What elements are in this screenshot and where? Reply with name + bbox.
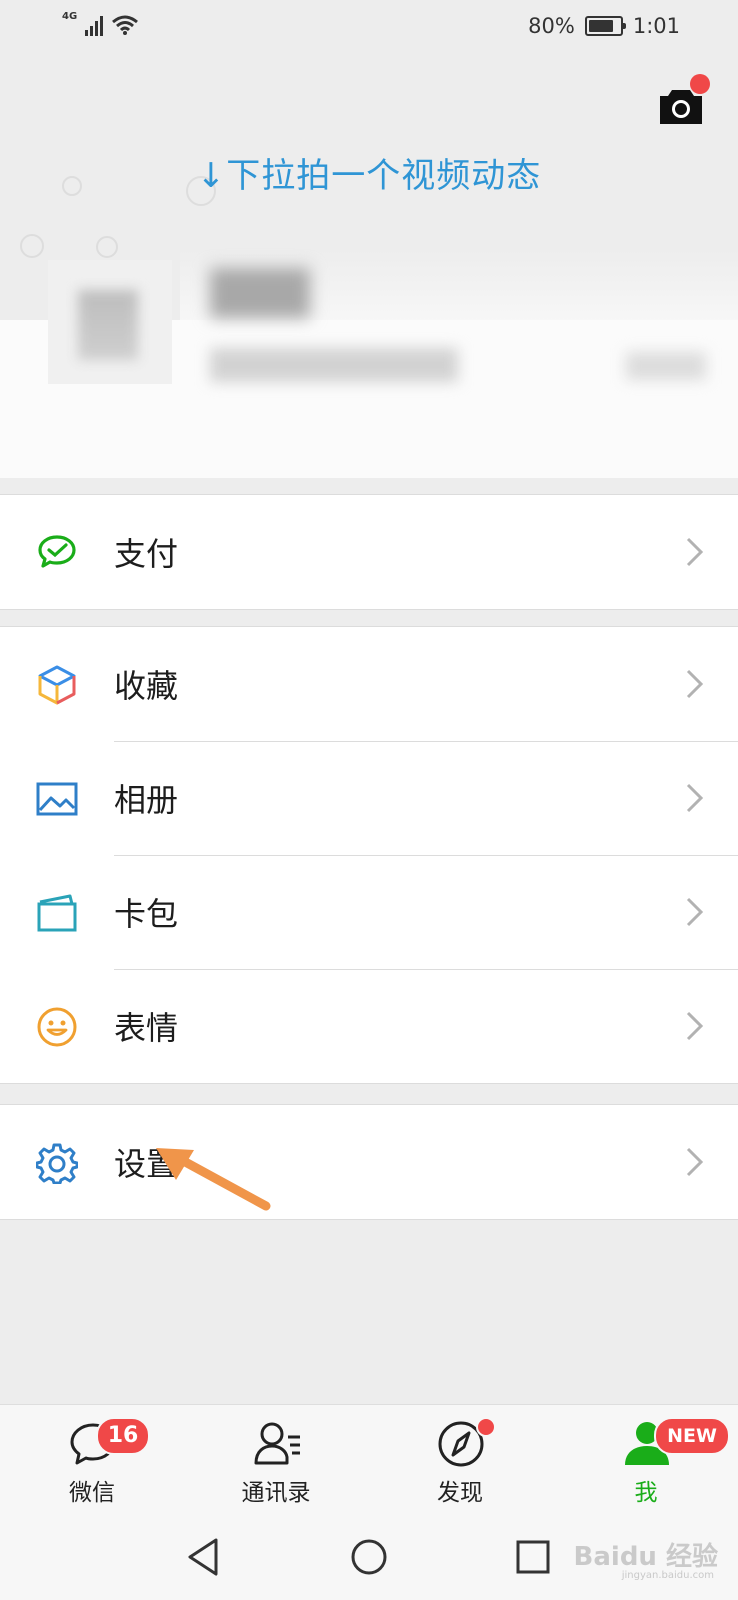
tab-contacts[interactable]: 通讯录 <box>216 1405 336 1515</box>
status-bar: 4G 80% 1:01 <box>0 0 738 58</box>
notification-dot <box>476 1417 496 1437</box>
album-icon <box>36 782 78 816</box>
chevron-right-icon <box>686 669 704 699</box>
menu-item-label: 支付 <box>114 535 179 573</box>
menu-item-card-wallet[interactable]: 卡包 <box>0 855 738 969</box>
tab-discover[interactable]: 发现 <box>400 1405 520 1515</box>
camera-button[interactable] <box>658 74 710 126</box>
menu-item-album[interactable]: 相册 <box>0 741 738 855</box>
avatar[interactable] <box>48 260 172 384</box>
menu-item-favorites[interactable]: 收藏 <box>0 627 738 741</box>
sticker-icon <box>37 1007 77 1047</box>
notification-dot <box>690 74 710 94</box>
menu-item-label: 表情 <box>114 1009 179 1047</box>
tab-label: 通讯录 <box>241 1480 311 1506</box>
home-icon[interactable] <box>346 1534 392 1580</box>
pay-icon <box>38 535 76 568</box>
menu-item-label: 收藏 <box>114 667 179 705</box>
favorites-icon <box>38 665 76 705</box>
chevron-right-icon <box>686 1011 704 1041</box>
qr-code-blurred[interactable] <box>626 352 706 380</box>
profile-id-blurred <box>210 348 458 382</box>
system-nav-bar: Baidu 经验 jingyan.baidu.com <box>0 1514 738 1600</box>
card-wallet-icon <box>37 894 77 932</box>
bubble-decoration <box>96 236 118 258</box>
menu-group-main: 收藏 相册 卡包 表情 <box>0 626 738 1084</box>
clock: 1:01 <box>632 14 680 38</box>
bubble-decoration <box>20 234 44 258</box>
menu-group-pay: 支付 <box>0 494 738 610</box>
menu-item-pay[interactable]: 支付 <box>0 495 738 609</box>
tab-me[interactable]: NEW 我 <box>586 1405 730 1515</box>
menu-group-settings: 设置 <box>0 1104 738 1220</box>
chevron-right-icon <box>686 1147 704 1177</box>
tab-label: 我 <box>634 1480 658 1506</box>
recents-icon[interactable] <box>510 1534 556 1580</box>
chevron-right-icon <box>686 537 704 567</box>
battery-percent: 80% <box>528 14 575 38</box>
menu-item-settings[interactable]: 设置 <box>0 1105 738 1219</box>
chevron-right-icon <box>686 783 704 813</box>
menu-item-stickers[interactable]: 表情 <box>0 969 738 1083</box>
bottom-tab-bar: 16 微信 通讯录 发现 NEW 我 <box>0 1404 738 1514</box>
watermark: Baidu 经验 <box>573 1542 718 1572</box>
battery-icon <box>584 16 626 36</box>
menu-item-label: 卡包 <box>114 895 179 933</box>
back-icon[interactable] <box>182 1534 228 1580</box>
contacts-icon <box>254 1422 300 1465</box>
annotation-arrow <box>156 1148 271 1211</box>
tab-chats[interactable]: 16 微信 <box>32 1405 152 1515</box>
wifi-icon <box>112 15 139 35</box>
signal-icon <box>85 14 104 36</box>
unread-badge: 16 <box>96 1417 150 1455</box>
pull-down-hint[interactable]: ↓下拉拍一个视频动态 <box>0 148 738 197</box>
network-type: 4G <box>62 11 78 22</box>
new-badge: NEW <box>654 1417 730 1455</box>
chevron-right-icon <box>686 897 704 927</box>
menu-item-label: 相册 <box>114 781 179 819</box>
gear-icon <box>36 1143 78 1184</box>
profile-name-blurred <box>210 268 310 318</box>
tab-label: 发现 <box>437 1480 483 1506</box>
tab-label: 微信 <box>69 1480 115 1506</box>
watermark-url: jingyan.baidu.com <box>621 1570 714 1581</box>
